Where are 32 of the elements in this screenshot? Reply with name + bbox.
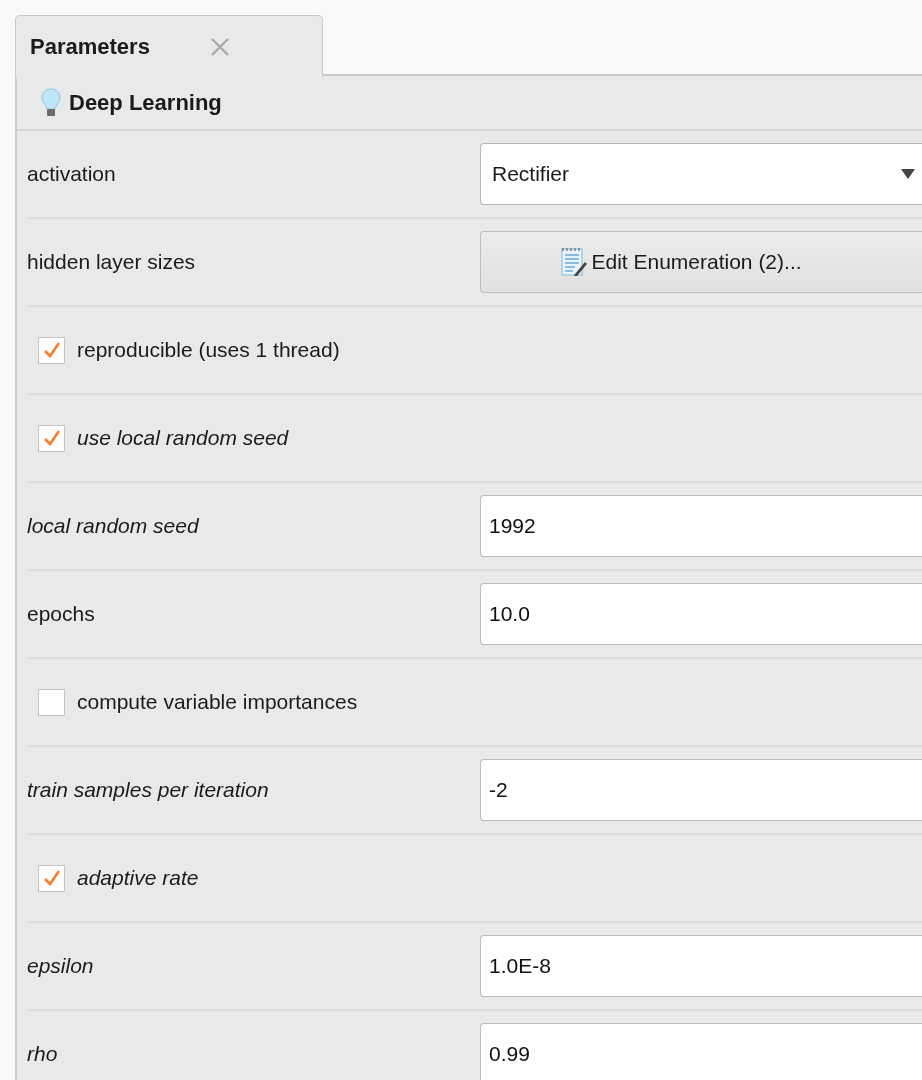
parameter-input[interactable]: 1992: [480, 495, 922, 557]
notepad-pencil-icon: [561, 247, 588, 277]
parameter-label: hidden layer sizes: [27, 249, 197, 276]
checkbox[interactable]: [38, 336, 65, 364]
parameter-label: epochs: [27, 601, 96, 628]
parameter-label: rho: [27, 1041, 59, 1068]
parameter-input[interactable]: -2: [480, 759, 922, 821]
checkmark-icon: [42, 429, 61, 447]
parameter-input[interactable]: 1.0E-8: [480, 935, 922, 997]
edit-enumeration-button[interactable]: Edit Enumeration (2)...: [480, 231, 922, 293]
dropdown-arrow-icon: [900, 168, 916, 180]
checkbox[interactable]: [38, 688, 65, 716]
lightbulb-icon: [41, 87, 61, 118]
activation-dropdown[interactable]: Rectifier: [480, 143, 922, 205]
dropdown-value: Rectifier: [492, 161, 570, 188]
checkbox-label: use local random seed: [77, 425, 289, 452]
checkbox-label: reproducible (uses 1 thread): [77, 337, 340, 364]
checkmark-icon: [42, 869, 61, 887]
parameter-label: epsilon: [27, 953, 95, 980]
parameter-input[interactable]: 0.99: [480, 1023, 922, 1080]
parameter-input[interactable]: 10.0: [480, 583, 922, 645]
parameter-label: local random seed: [27, 513, 200, 540]
close-icon[interactable]: [209, 36, 230, 57]
checkbox-label: adaptive rate: [77, 865, 199, 892]
parameter-label: activation: [27, 161, 117, 188]
parameters-tab[interactable]: Parameters: [15, 15, 323, 77]
parameter-label: train samples per iteration: [27, 777, 270, 804]
checkbox[interactable]: [38, 424, 65, 452]
operator-title: Deep Learning: [69, 89, 222, 117]
checkmark-icon: [42, 341, 61, 359]
checkbox-label: compute variable importances: [77, 689, 358, 716]
checkbox[interactable]: [38, 864, 65, 892]
